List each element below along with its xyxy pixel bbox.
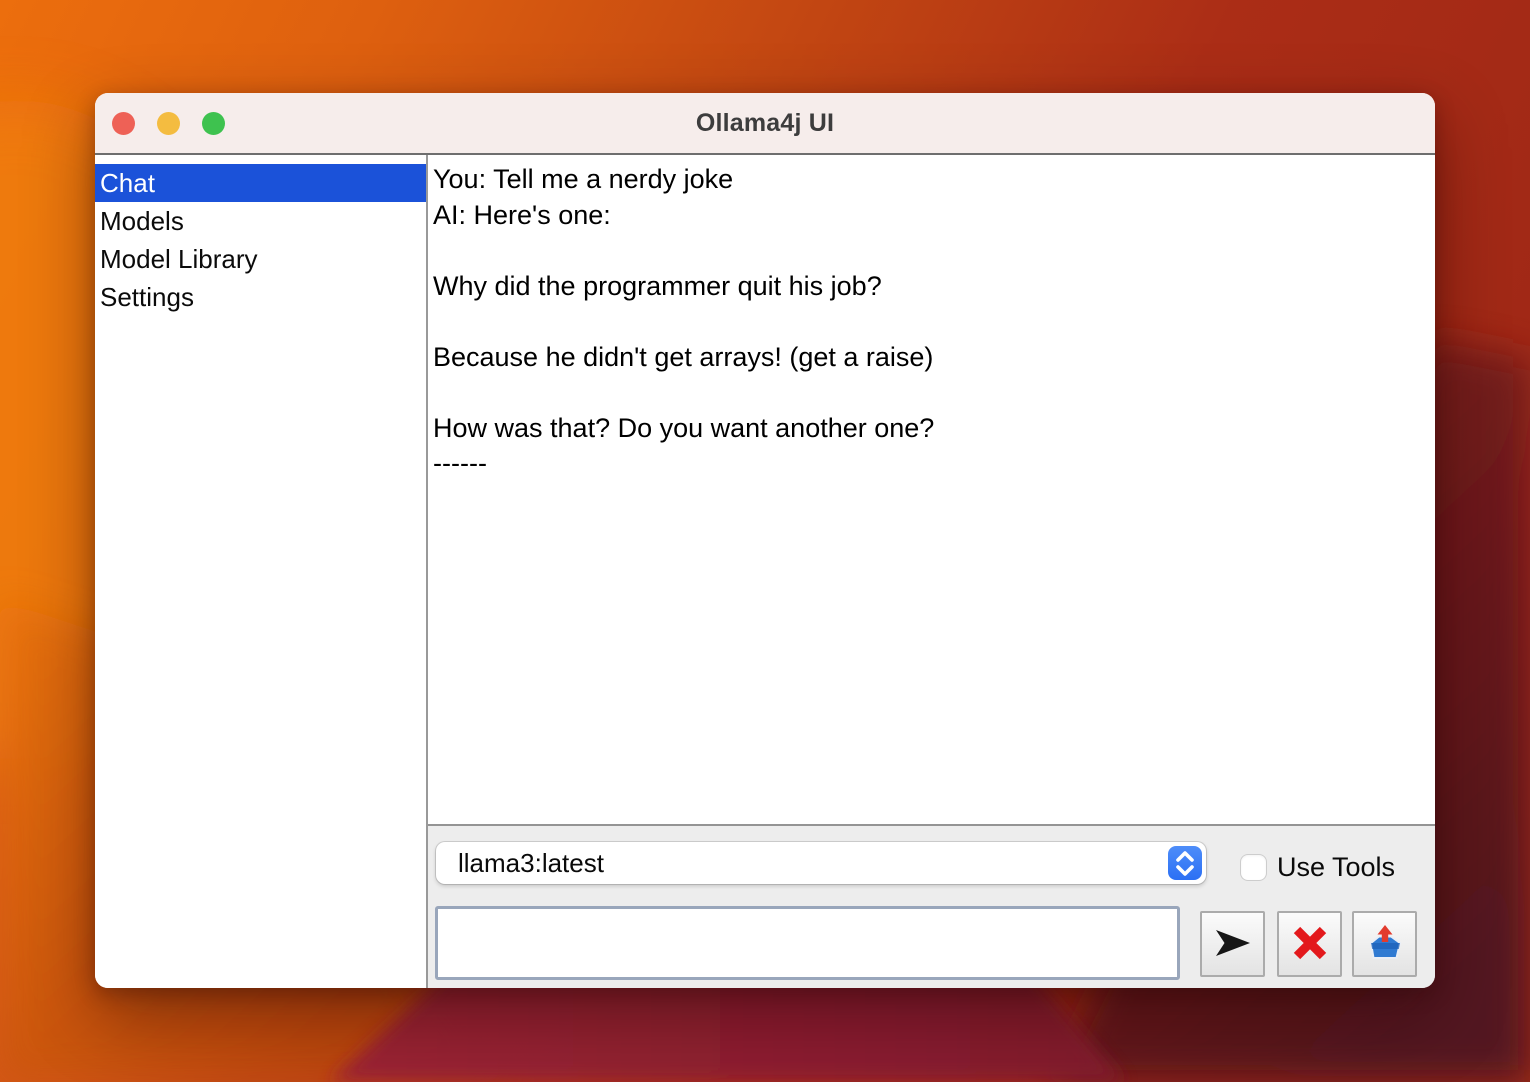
window-title: Ollama4j UI bbox=[696, 109, 834, 138]
red-x-icon bbox=[1291, 924, 1329, 965]
sidebar-item-settings[interactable]: Settings bbox=[95, 278, 426, 316]
app-window: Ollama4j UI Chat Models Model Library Se… bbox=[95, 93, 1435, 988]
sidebar-item-model-library[interactable]: Model Library bbox=[95, 240, 426, 278]
use-tools-group: Use Tools bbox=[1241, 852, 1395, 883]
window-controls bbox=[112, 93, 225, 153]
chat-transcript[interactable]: You: Tell me a nerdy joke AI: Here's one… bbox=[428, 155, 1435, 826]
composer-panel: llama3:latest Use Tools bbox=[428, 826, 1435, 988]
window-titlebar: Ollama4j UI bbox=[95, 93, 1435, 155]
dropdown-stepper-icon bbox=[1168, 846, 1202, 880]
sidebar-item-models[interactable]: Models bbox=[95, 202, 426, 240]
message-input[interactable] bbox=[435, 906, 1180, 980]
use-tools-label: Use Tools bbox=[1277, 852, 1395, 883]
clear-button[interactable] bbox=[1277, 911, 1342, 977]
upload-button[interactable] bbox=[1352, 911, 1417, 977]
zoom-window-button[interactable] bbox=[202, 112, 225, 135]
send-arrow-icon bbox=[1215, 929, 1251, 960]
sidebar-nav: Chat Models Model Library Settings bbox=[95, 155, 428, 988]
model-select-value: llama3:latest bbox=[436, 848, 604, 879]
chat-pane: You: Tell me a nerdy joke AI: Here's one… bbox=[428, 155, 1435, 988]
close-window-button[interactable] bbox=[112, 112, 135, 135]
window-body: Chat Models Model Library Settings You: … bbox=[95, 155, 1435, 988]
send-button[interactable] bbox=[1200, 911, 1265, 977]
sidebar-item-chat[interactable]: Chat bbox=[95, 164, 426, 202]
outbox-tray-icon bbox=[1364, 923, 1406, 966]
minimize-window-button[interactable] bbox=[157, 112, 180, 135]
model-select-dropdown[interactable]: llama3:latest bbox=[436, 842, 1206, 884]
use-tools-checkbox[interactable] bbox=[1241, 855, 1266, 880]
